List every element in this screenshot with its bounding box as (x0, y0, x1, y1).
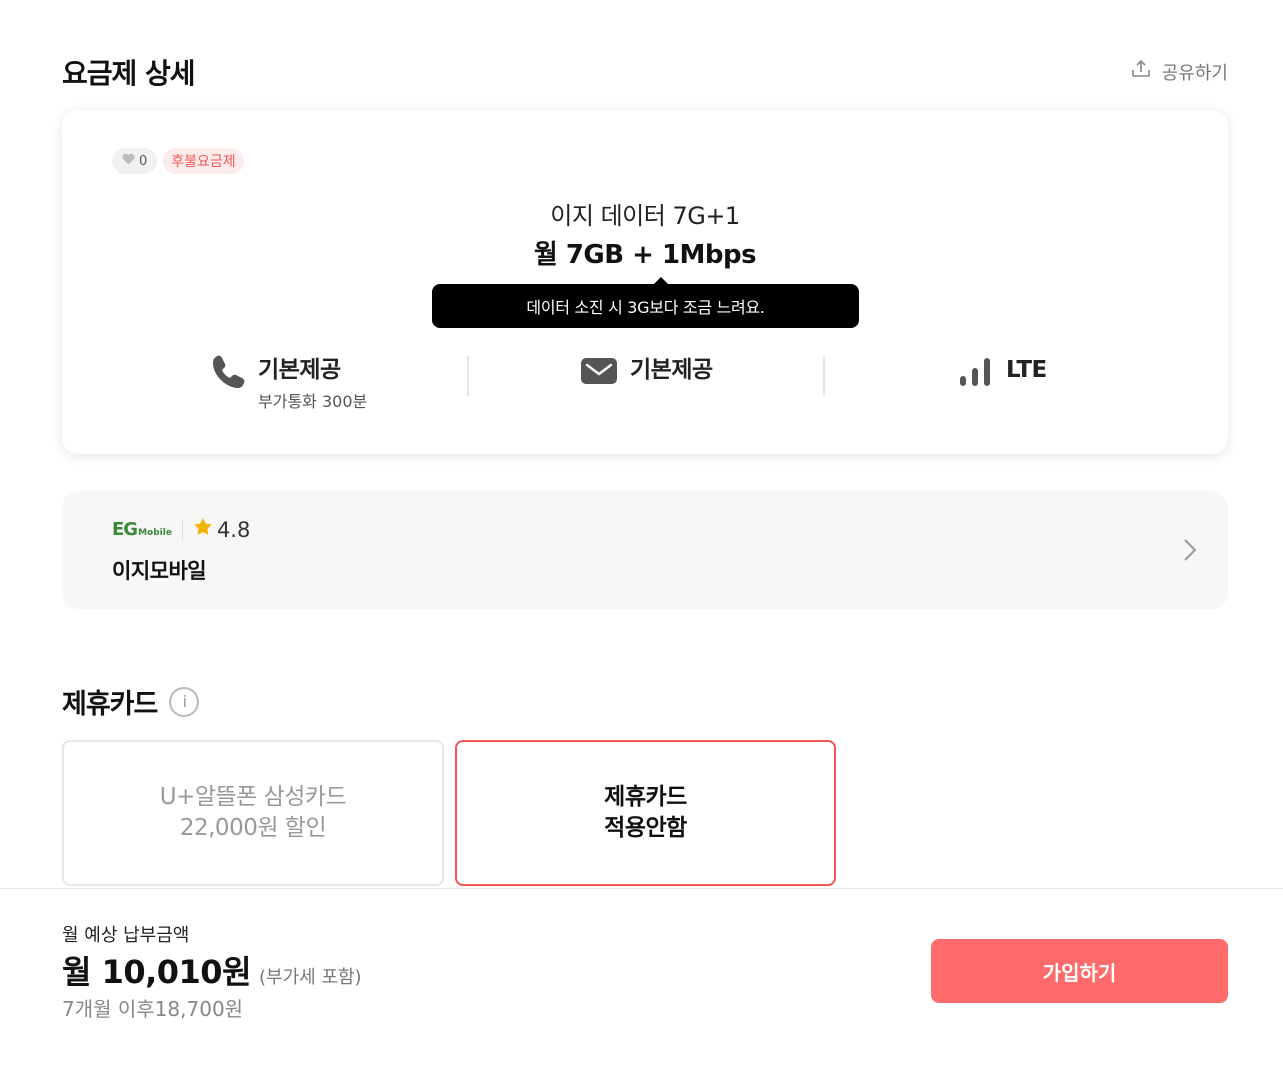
info-icon[interactable]: i (169, 686, 200, 717)
vat-note: (부가세 포함) (259, 967, 362, 988)
affiliate-card-section-title: 제휴카드 i (62, 682, 200, 721)
bottom-price-bar: 월 예상 납부금액 월 10,010원 (부가세 포함) 7개월 이후18,70… (0, 888, 1283, 1080)
plan-name: 이지 데이터 7G+1 (550, 202, 740, 230)
carrier-separator (181, 519, 183, 540)
plan-card: 0 후불요금제 이지 데이터 7G+1 월 7GB + 1Mbps 데이터 소진… (62, 110, 1228, 454)
join-button[interactable]: 가입하기 (931, 939, 1228, 1003)
plan-features: 기본제공 부가통화 300분 기본제공 LTE (62, 354, 1228, 424)
monthly-price: 월 10,010원 (62, 953, 252, 991)
carrier-meta: EG Mobile 4.8 (112, 517, 250, 542)
heart-icon (122, 153, 135, 169)
affiliate-title: 제휴카드 (62, 689, 158, 720)
mail-icon (580, 357, 618, 389)
plan-data-amount: 월 7GB + 1Mbps (533, 240, 757, 270)
logo-sub: Mobile (138, 528, 172, 538)
price-label: 월 예상 납부금액 (62, 925, 190, 946)
voice-sub: 부가통화 300분 (258, 392, 368, 411)
signal-icon (958, 356, 994, 392)
feature-sms: 기본제공 (580, 354, 713, 389)
like-button[interactable]: 0 (112, 148, 158, 174)
share-label: 공유하기 (1161, 62, 1228, 84)
affiliate-none-line1: 제휴카드 (604, 784, 687, 810)
plan-badges: 0 후불요금제 (112, 148, 244, 174)
plan-detail-page: 요금제 상세 공유하기 0 후불요금제 이지 데이터 7G+1 월 7GB + … (0, 0, 1283, 1080)
carrier-logo: EG Mobile (112, 519, 172, 540)
carrier-rating: 4.8 (193, 517, 250, 542)
like-count: 0 (139, 153, 148, 169)
affiliate-none-line2: 적용안함 (604, 815, 687, 841)
share-button[interactable]: 공유하기 (1130, 58, 1228, 85)
carrier-card[interactable]: EG Mobile 4.8 이지모바일 (62, 491, 1228, 609)
star-icon (193, 517, 213, 542)
network-title: LTE (1006, 357, 1047, 383)
feature-divider (823, 356, 825, 396)
voice-title: 기본제공 (258, 357, 341, 383)
plan-type-badge: 후불요금제 (163, 148, 244, 174)
feature-divider (467, 356, 469, 396)
sms-title: 기본제공 (630, 357, 713, 383)
affiliate-card-option[interactable]: U+알뜰폰 삼성카드 22,000원 할인 (62, 740, 444, 886)
chevron-right-icon (1182, 537, 1198, 567)
affiliate-card-discount: 22,000원 할인 (179, 815, 327, 841)
data-speed-tooltip: 데이터 소진 시 3G보다 조금 느려요. (432, 277, 859, 328)
logo-text: EG (112, 519, 138, 540)
price-row: 월 10,010원 (부가세 포함) (62, 947, 362, 993)
affiliate-card-name: U+알뜰폰 삼성카드 (159, 784, 347, 810)
affiliate-card-none-option[interactable]: 제휴카드 적용안함 (455, 740, 836, 886)
price-after-promo: 7개월 이후18,700원 (62, 997, 244, 1021)
share-icon (1130, 58, 1152, 85)
page-title: 요금제 상세 (62, 57, 196, 90)
feature-network: LTE (958, 354, 1047, 392)
rating-value: 4.8 (216, 517, 251, 542)
feature-voice: 기본제공 부가통화 300분 (210, 354, 367, 412)
tooltip-text: 데이터 소진 시 3G보다 조금 느려요. (526, 298, 765, 317)
carrier-name: 이지모바일 (112, 559, 207, 583)
phone-icon (210, 354, 246, 392)
